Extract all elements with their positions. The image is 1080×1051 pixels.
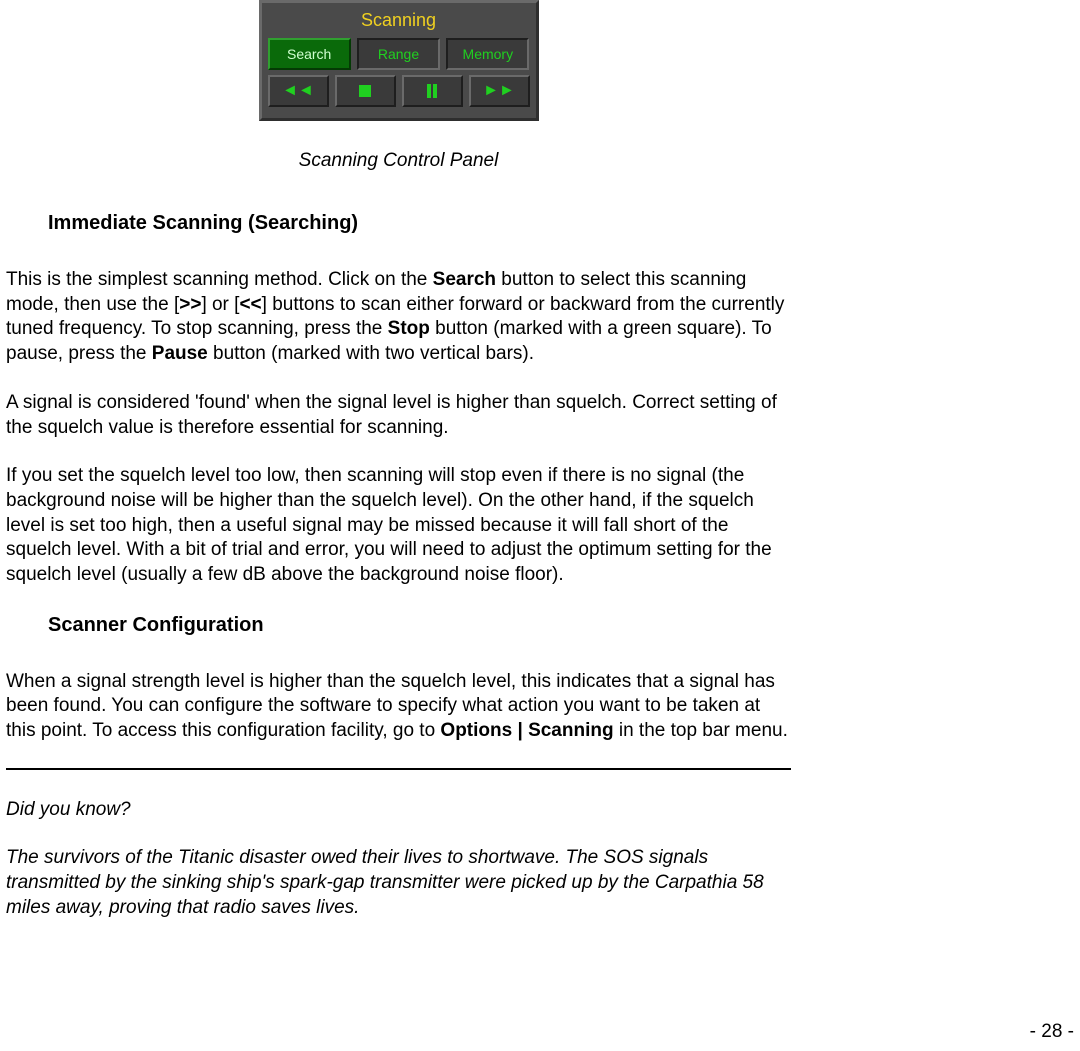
forward-button[interactable]: ►► [469, 75, 530, 107]
panel-title: Scanning [268, 9, 530, 32]
did-you-know-heading: Did you know? [6, 798, 791, 823]
paragraph: If you set the squelch level too low, th… [6, 464, 791, 587]
divider [6, 768, 791, 770]
paragraph: When a signal strength level is higher t… [6, 670, 791, 744]
heading-immediate-scanning: Immediate Scanning (Searching) [48, 210, 791, 236]
paragraph: A signal is considered 'found' when the … [6, 391, 791, 440]
rewind-icon: ◄◄ [282, 81, 314, 102]
tab-range[interactable]: Range [357, 38, 440, 70]
stop-button[interactable] [335, 75, 396, 107]
figure-caption: Scanning Control Panel [6, 149, 791, 174]
forward-icon: ►► [483, 81, 515, 102]
pause-button[interactable] [402, 75, 463, 107]
stop-icon [359, 85, 371, 97]
rewind-button[interactable]: ◄◄ [268, 75, 329, 107]
heading-scanner-configuration: Scanner Configuration [48, 612, 791, 638]
tab-memory[interactable]: Memory [446, 38, 529, 70]
pause-icon [427, 84, 437, 98]
tab-search[interactable]: Search [268, 38, 351, 70]
paragraph: This is the simplest scanning method. Cl… [6, 268, 791, 367]
scanning-panel: Scanning Search Range Memory ◄◄ ►► [259, 0, 539, 121]
trivia-text: The survivors of the Titanic disaster ow… [6, 846, 791, 920]
page-number: - 28 - [1030, 1020, 1074, 1045]
